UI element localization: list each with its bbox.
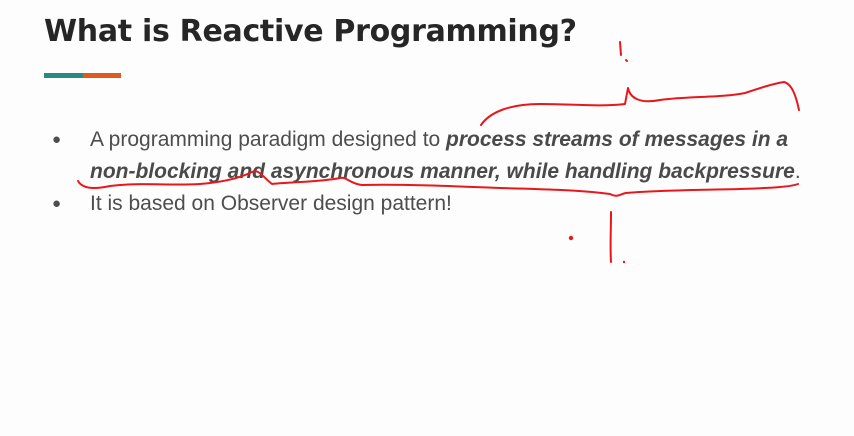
annotation-dot-1: [568, 235, 574, 241]
bullet-list: ● A programming paradigm designed to pro…: [50, 124, 830, 220]
bullet-1-text: A programming paradigm designed to: [90, 128, 447, 151]
bullet-2-text: It is based on Observer design pattern!: [90, 192, 452, 215]
slide-title: What is Reactive Programming?: [44, 14, 577, 49]
bullet-item-1: ● A programming paradigm designed to pro…: [50, 124, 830, 188]
accent-bar-orange: [82, 73, 121, 78]
accent-bar-teal: [44, 73, 83, 78]
bullet-dot-icon: ●: [52, 195, 62, 212]
bullet-1-end: .: [794, 160, 801, 183]
slide: What is Reactive Programming? ● A progra…: [0, 0, 854, 436]
title-accent-bar: [44, 73, 121, 78]
bullet-dot-icon: ●: [52, 131, 62, 148]
bullet-item-2: ● It is based on Observer design pattern…: [50, 188, 830, 220]
annotation-brace-top: [480, 81, 800, 126]
annotation-tick: [619, 41, 628, 62]
annotation-dot-2: [622, 260, 626, 264]
